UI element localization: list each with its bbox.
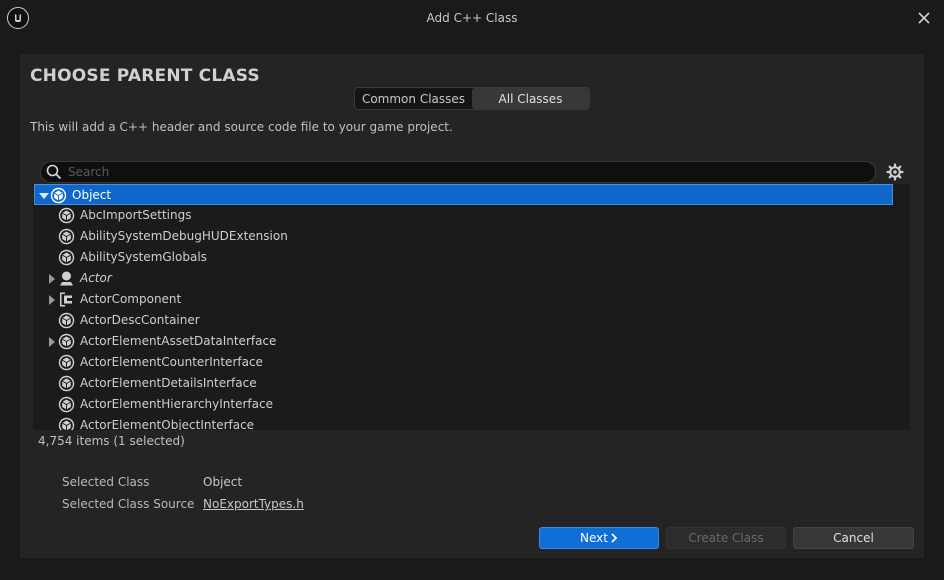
tree-row-label: ActorDescContainer [80, 313, 200, 327]
tree-row-label: ActorElementAssetDataInterface [80, 334, 277, 348]
tree-row-actor-component[interactable]: ActorComponent [33, 289, 895, 310]
tree-row-label: ActorElementCounterInterface [80, 355, 263, 369]
search-icon [46, 164, 62, 180]
tree-row-label: AbilitySystemGlobals [80, 250, 207, 264]
object-class-icon [58, 312, 75, 329]
object-class-icon [58, 207, 75, 224]
object-class-icon [58, 396, 75, 413]
tree-row-label: Object [72, 188, 112, 202]
tree-row[interactable]: ActorElementAssetDataInterface [33, 331, 895, 352]
object-class-icon [58, 228, 75, 245]
tree-row[interactable]: ActorElementDetailsInterface [33, 373, 895, 394]
collapsed-arrow-icon[interactable] [47, 295, 57, 305]
search-input[interactable] [68, 163, 858, 181]
settings-gear-icon[interactable] [886, 163, 904, 181]
create-class-button[interactable]: Create Class [666, 527, 786, 549]
class-tree: Object AbcImportSettings AbilitySystemDe… [33, 184, 910, 430]
chevron-right-icon [611, 533, 618, 543]
expanded-arrow-icon[interactable] [39, 191, 49, 201]
tree-row-actor[interactable]: Actor [33, 268, 895, 289]
actor-class-icon [60, 271, 73, 286]
tree-row[interactable]: ActorElementObjectInterface [33, 415, 895, 430]
tree-row-object[interactable]: Object [34, 184, 893, 205]
tab-all-classes[interactable]: All Classes [472, 88, 589, 109]
item-count: 4,754 items (1 selected) [38, 434, 185, 448]
object-class-icon [58, 375, 75, 392]
selected-class-source-label: Selected Class Source [62, 497, 195, 511]
tree-row-label: ActorElementDetailsInterface [80, 376, 257, 390]
tree-row-label: Actor [80, 271, 112, 285]
dialog-panel: CHOOSE PARENT CLASS Common Classes All C… [20, 54, 924, 558]
selected-class-value: Object [203, 475, 243, 489]
component-class-icon [60, 292, 72, 307]
close-icon [918, 12, 930, 24]
description-text: This will add a C++ header and source co… [30, 120, 453, 134]
collapsed-arrow-icon[interactable] [47, 274, 57, 284]
tab-common-classes[interactable]: Common Classes [355, 88, 472, 109]
class-filter-toggle: Common Classes All Classes [354, 87, 590, 110]
object-class-icon [58, 354, 75, 371]
window-title: Add C++ Class [426, 11, 518, 25]
tree-row[interactable]: AbcImportSettings [33, 205, 895, 226]
tree-row-label: AbilitySystemDebugHUDExtension [80, 229, 288, 243]
tree-row[interactable]: ActorElementHierarchyInterface [33, 394, 895, 415]
close-button[interactable] [916, 10, 932, 26]
page-title: CHOOSE PARENT CLASS [30, 66, 260, 86]
selected-class-source-link[interactable]: NoExportTypes.h [203, 497, 304, 511]
search-box [40, 161, 876, 183]
object-class-icon [58, 249, 75, 266]
selected-class-label: Selected Class [62, 475, 150, 489]
tree-row[interactable]: AbilitySystemDebugHUDExtension [33, 226, 895, 247]
cancel-button[interactable]: Cancel [793, 527, 914, 549]
object-class-icon [50, 187, 67, 204]
tree-row[interactable]: ActorDescContainer [33, 310, 895, 331]
tree-row-label: ActorElementHierarchyInterface [80, 397, 273, 411]
next-button-label: Next [580, 531, 608, 545]
collapsed-arrow-icon[interactable] [47, 337, 57, 347]
tree-row-label: ActorComponent [80, 292, 182, 306]
tree-row[interactable]: ActorElementCounterInterface [33, 352, 895, 373]
tree-row[interactable]: AbilitySystemGlobals [33, 247, 895, 268]
object-class-icon [58, 417, 75, 430]
object-class-icon [58, 333, 75, 350]
title-bar: Add C++ Class [0, 0, 944, 38]
tree-row-label: AbcImportSettings [80, 208, 192, 222]
tree-row-label: ActorElementObjectInterface [80, 418, 255, 430]
next-button[interactable]: Next [539, 527, 659, 549]
